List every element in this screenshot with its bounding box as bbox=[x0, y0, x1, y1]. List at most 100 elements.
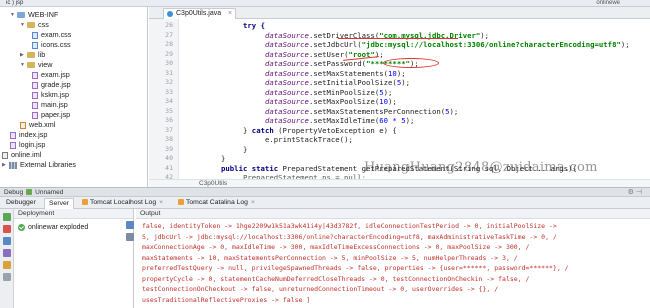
tree-file-exam-css[interactable]: exam.css bbox=[32, 30, 71, 40]
tree-file-online-iml[interactable]: online.iml bbox=[2, 150, 41, 160]
deployed-ok-icon bbox=[18, 224, 25, 231]
debug-tool-window-header: Debug Unnamed ⚙ ⊣ bbox=[0, 187, 650, 197]
settings-icon[interactable] bbox=[3, 273, 11, 281]
tree-folder-view[interactable]: ▼ view bbox=[20, 60, 52, 70]
settings-icon[interactable]: ⚙ ⊣ bbox=[628, 188, 642, 197]
console-line: usesTraditionalReflectiveProxies -> fals… bbox=[142, 295, 311, 304]
code-line: dataSource.setMinPoolSize(5); bbox=[265, 87, 393, 97]
log-icon bbox=[178, 199, 184, 205]
tree-file-kskm-jsp[interactable]: kskm.jsp bbox=[32, 90, 69, 100]
web-folder-icon bbox=[17, 12, 25, 18]
tree-file-icons-css[interactable]: icons.css bbox=[32, 40, 71, 50]
tree-item-label: paper.jsp bbox=[41, 110, 71, 119]
code-line: } bbox=[221, 154, 226, 163]
code-area[interactable]: try { dataSource.setDriverClass("com.mys… bbox=[183, 19, 648, 182]
code-line: dataSource.setMaxPoolSize(10); bbox=[265, 97, 397, 106]
console-line: preferredTestQuery -> null, privilegeSpa… bbox=[142, 264, 569, 272]
tree-file-paper-jsp[interactable]: paper.jsp bbox=[32, 110, 70, 120]
tree-file-web-xml[interactable]: web.xml bbox=[20, 120, 55, 130]
chevron-right-icon[interactable]: ▶ bbox=[20, 50, 27, 60]
top-toolbar: ic ) jsp onlinewe bbox=[0, 0, 650, 7]
redeploy-icon[interactable] bbox=[126, 233, 134, 241]
console-line: maxConnectionAge -> 0, maxIdleTime -> 30… bbox=[142, 243, 530, 251]
mute-breakpoints-icon[interactable] bbox=[3, 261, 11, 269]
library-icon bbox=[9, 161, 17, 169]
console-line: 5, jdbcUrl -> jdbc:mysql://localhost:330… bbox=[142, 232, 557, 241]
run-configuration-selector[interactable]: onlinewe bbox=[596, 0, 620, 7]
console-line: testConnectionOnCheckout -> false, unret… bbox=[142, 285, 499, 293]
tree-folder-css[interactable]: ▼ css bbox=[20, 20, 49, 30]
tree-external-libraries[interactable]: ▶ External Libraries bbox=[2, 160, 76, 170]
line-number: 32 bbox=[165, 78, 173, 86]
line-number: 41 bbox=[165, 163, 173, 172]
line-number: 40 bbox=[165, 154, 173, 162]
tree-item-label: icons.css bbox=[41, 40, 71, 49]
jsp-file-icon bbox=[32, 71, 38, 79]
console-line: propertyCycle -> 0, statementCacheNumDef… bbox=[142, 274, 530, 283]
editor-breadcrumb: C3p0Utils bbox=[149, 179, 650, 187]
close-icon[interactable]: × bbox=[159, 199, 163, 206]
line-number: 28 bbox=[165, 40, 173, 48]
tree-item-label: External Libraries bbox=[20, 160, 76, 169]
highlight-circle bbox=[383, 57, 439, 68]
tab-tomcat-localhost-log[interactable]: Tomcat Localhost Log × bbox=[78, 198, 167, 209]
tree-item-label: web.xml bbox=[29, 120, 56, 129]
update-icon[interactable] bbox=[3, 237, 11, 245]
jsp-file-icon bbox=[32, 101, 38, 109]
code-line: e.printStackTrace(); bbox=[265, 135, 353, 144]
line-number-gutter: 26 27 28 29 30 31 32 33 34 35 36 37 38 39 40 41 42 bbox=[149, 19, 179, 181]
close-icon[interactable]: × bbox=[228, 9, 232, 19]
tree-item-label: online.iml bbox=[11, 150, 42, 159]
console-line: maxStatements -> 10, maxStatementsPerCon… bbox=[142, 253, 518, 262]
code-line: dataSource.setInitialPoolSize(5); bbox=[265, 78, 411, 87]
chevron-right-icon[interactable]: ▶ bbox=[2, 160, 9, 170]
watermark-text: HuangHuang2848@zuidaima.com bbox=[364, 160, 598, 175]
tab-server[interactable]: Server bbox=[44, 198, 75, 209]
tree-item-label: WEB-INF bbox=[28, 10, 59, 19]
tree-item-label: exam.css bbox=[41, 30, 72, 39]
tab-debugger[interactable]: Debugger bbox=[2, 198, 40, 209]
debug-tab-bar: Debugger Server Tomcat Localhost Log × To… bbox=[0, 197, 650, 209]
code-line: } catch (PropertyVetoException e) { bbox=[243, 125, 397, 135]
deployment-item[interactable]: onlinewar exploded bbox=[18, 223, 88, 232]
console-line: false, identityToken -> 1hge2209w1k51a3w… bbox=[142, 222, 557, 230]
code-line: try { bbox=[243, 21, 265, 30]
tree-file-index-jsp[interactable]: index.jsp bbox=[10, 130, 47, 140]
deploy-all-icon[interactable] bbox=[126, 221, 134, 229]
tree-file-login-jsp[interactable]: login.jsp bbox=[10, 140, 45, 150]
tree-item-label: grade.jsp bbox=[41, 80, 71, 89]
line-number: 35 bbox=[165, 106, 173, 115]
xml-file-icon bbox=[20, 121, 26, 129]
resume-icon[interactable] bbox=[3, 213, 11, 221]
tree-folder-web-inf[interactable]: ▼ WEB-INF bbox=[10, 10, 58, 20]
line-number: 36 bbox=[165, 116, 173, 124]
tree-file-grade-jsp[interactable]: grade.jsp bbox=[32, 80, 71, 90]
close-icon[interactable]: × bbox=[251, 199, 255, 206]
code-editor: C3p0Utils.java × 26 27 28 29 30 31 32 33 34 35 36 3… bbox=[149, 7, 650, 187]
editor-tab-bar: C3p0Utils.java × bbox=[149, 7, 650, 19]
view-breakpoints-icon[interactable] bbox=[3, 249, 11, 257]
console-output[interactable]: false, identityToken -> 1hge2209w1k51a3w… bbox=[136, 220, 650, 308]
stop-icon[interactable] bbox=[3, 225, 11, 233]
chevron-down-icon[interactable]: ▼ bbox=[20, 20, 27, 30]
line-number: 26 bbox=[165, 21, 173, 29]
output-panel: Output false, identityToken -> 1hge2209w… bbox=[136, 209, 650, 308]
navigation-breadcrumb[interactable]: ic ) jsp bbox=[6, 0, 23, 7]
tree-file-exam-jsp[interactable]: exam.jsp bbox=[32, 70, 70, 80]
chevron-down-icon[interactable]: ▼ bbox=[20, 60, 27, 70]
tree-file-main-jsp[interactable]: main.jsp bbox=[32, 100, 68, 110]
debug-side-toolbar bbox=[0, 209, 14, 308]
highlight-underline bbox=[338, 38, 458, 39]
iml-file-icon bbox=[2, 151, 8, 159]
debug-config-name[interactable]: Unnamed bbox=[35, 189, 63, 196]
line-number: 37 bbox=[165, 125, 173, 134]
tab-tomcat-catalina-log[interactable]: Tomcat Catalina Log × bbox=[174, 198, 259, 209]
chevron-down-icon[interactable]: ▼ bbox=[10, 10, 17, 20]
line-number: 29 bbox=[165, 49, 173, 58]
tree-item-label: kskm.jsp bbox=[41, 90, 69, 99]
jsp-file-icon bbox=[10, 131, 16, 139]
tree-folder-lib[interactable]: ▶ lib bbox=[20, 50, 45, 60]
code-line: dataSource.setMaxStatements(10); bbox=[265, 68, 406, 78]
editor-tab-c3p0utils[interactable]: C3p0Utils.java × bbox=[163, 8, 237, 19]
deployment-panel: Deployment onlinewar exploded bbox=[14, 209, 134, 308]
